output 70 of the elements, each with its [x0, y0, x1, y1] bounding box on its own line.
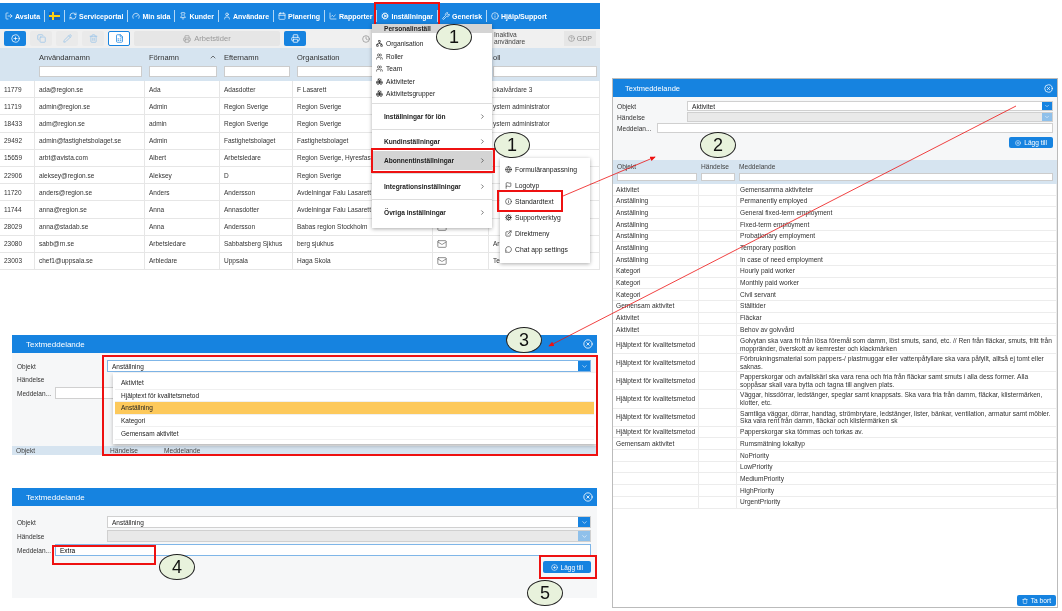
sort-icon[interactable] — [209, 53, 217, 61]
flag-icon — [505, 181, 512, 189]
step-number: 3 — [506, 327, 542, 353]
users-icon — [376, 52, 383, 60]
chat-icon — [505, 245, 512, 253]
close-icon[interactable] — [1044, 83, 1053, 93]
table-cell — [699, 254, 737, 266]
highlight-frame — [497, 190, 563, 212]
info-icon — [505, 197, 512, 205]
boxes-icon — [376, 90, 383, 98]
mail-icon[interactable] — [437, 238, 447, 249]
printer-icon — [290, 34, 300, 43]
event-select[interactable] — [107, 530, 591, 542]
mail-icon[interactable] — [437, 255, 447, 266]
sitemap-icon — [376, 40, 383, 48]
trash-icon — [88, 34, 98, 43]
boxes-icon — [376, 77, 383, 85]
plus-icon — [1015, 139, 1022, 146]
chart-icon — [329, 12, 337, 20]
help-icon — [567, 35, 575, 42]
users-icon — [376, 65, 383, 73]
calendar-icon — [278, 12, 287, 20]
table-cell — [699, 184, 737, 196]
plus-icon — [550, 563, 558, 571]
clock-icon — [362, 34, 370, 43]
trash-icon — [1021, 597, 1028, 604]
step-number: 5 — [527, 580, 563, 606]
spreadsheet-icon — [114, 34, 124, 43]
chevron-right-icon — [479, 157, 486, 165]
message-field[interactable] — [657, 123, 1053, 133]
filter-field[interactable] — [617, 173, 697, 181]
gear-icon — [505, 213, 512, 221]
flag-icon — [49, 12, 61, 20]
gear-icon — [381, 12, 390, 20]
refresh-icon — [69, 12, 78, 20]
info-icon — [491, 12, 500, 20]
add-button[interactable] — [4, 31, 26, 46]
plus-icon — [10, 34, 20, 43]
panel-title: Textmeddelande — [26, 492, 85, 502]
copy-icon — [36, 34, 46, 43]
highlight-frame — [539, 555, 597, 579]
filter-field[interactable] — [149, 66, 217, 77]
wrench-icon — [442, 12, 451, 20]
chevron-right-icon — [479, 209, 486, 217]
table-cell — [699, 242, 737, 255]
globe-icon — [505, 165, 512, 173]
user-icon — [222, 12, 231, 20]
event-select[interactable] — [687, 112, 1053, 122]
pin-icon — [179, 12, 188, 20]
chevron-right-icon — [479, 138, 486, 146]
table-cell — [699, 265, 737, 278]
export-button[interactable] — [108, 31, 130, 46]
message-field[interactable] — [55, 387, 115, 399]
filter-field[interactable] — [39, 66, 142, 77]
chevron-right-icon — [479, 112, 486, 120]
exit-icon — [5, 12, 13, 20]
filter-field[interactable] — [701, 173, 735, 181]
external-link-icon — [505, 229, 512, 237]
gauge-icon — [132, 12, 141, 20]
filter-field[interactable] — [739, 173, 1053, 181]
panel-title: Textmeddelande — [26, 339, 85, 349]
pencil-icon — [62, 34, 72, 43]
filter-field[interactable] — [224, 66, 290, 77]
close-icon[interactable] — [583, 339, 593, 349]
printer-icon — [183, 34, 192, 43]
caret-icon — [580, 362, 588, 370]
close-icon[interactable] — [583, 492, 593, 502]
chevron-right-icon — [479, 183, 486, 191]
filter-field[interactable] — [493, 66, 597, 77]
print-button[interactable] — [284, 31, 306, 46]
